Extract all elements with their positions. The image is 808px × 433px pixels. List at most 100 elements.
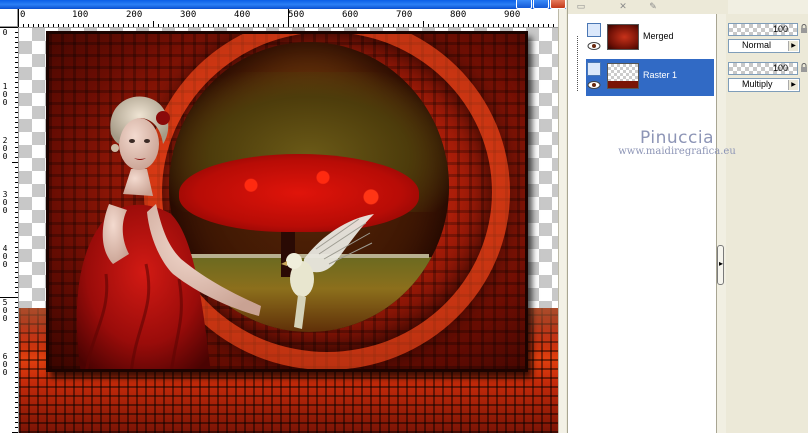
opacity-slider[interactable]: 100 — [728, 23, 798, 36]
ruler-tick — [273, 24, 274, 27]
ruler-tick — [23, 24, 24, 27]
ruler-label: 1 0 0 — [2, 82, 8, 107]
ruler-tick — [523, 24, 524, 27]
ruler-tick — [63, 24, 64, 27]
window-buttons — [516, 0, 566, 9]
vertical-ruler[interactable]: 0 1 0 0 2 0 0 3 0 0 4 0 0 5 0 0 6 0 0 — [0, 27, 19, 433]
close-button[interactable] — [550, 0, 566, 9]
watermark-name: Pinuccia — [640, 128, 714, 148]
lock-icon[interactable] — [800, 24, 808, 34]
ruler-tick — [118, 24, 119, 27]
ruler-tick — [15, 322, 18, 323]
ruler-tick — [478, 24, 479, 27]
ruler-tick — [15, 207, 18, 208]
ruler-tick — [93, 24, 94, 27]
ruler-tick — [253, 24, 254, 27]
ruler-tick — [15, 32, 18, 33]
ruler-tick — [338, 24, 339, 27]
ruler-tick — [418, 24, 419, 27]
ruler-tick — [15, 172, 18, 173]
blend-mode-select[interactable]: Normal ▶ — [728, 39, 800, 53]
ruler-tick — [528, 24, 529, 27]
minimize-button[interactable] — [516, 0, 532, 9]
ruler-tick — [498, 24, 499, 27]
edit-icon[interactable]: ✎ — [646, 1, 660, 12]
ruler-tick — [358, 24, 359, 27]
ruler-tick — [108, 24, 109, 27]
horizontal-ruler[interactable]: 0 100 200 300 400 500 600 700 800 900 — [18, 9, 558, 28]
opacity-value: 100 — [772, 63, 788, 73]
ruler-tick — [15, 277, 18, 278]
ruler-tick — [15, 287, 18, 288]
delete-layer-icon[interactable]: ✕ — [616, 1, 630, 12]
ruler-tick — [378, 24, 379, 27]
ruler-tick — [408, 24, 409, 27]
image-canvas[interactable] — [19, 28, 558, 433]
ruler-tick — [508, 24, 509, 27]
layer-row-merged[interactable]: Merged — [586, 20, 714, 57]
ruler-tick — [15, 357, 18, 358]
ruler-tick — [448, 24, 449, 27]
layer-name: Raster 1 — [643, 70, 678, 80]
layer-row-raster-1[interactable]: Raster 1 — [586, 59, 714, 96]
ruler-tick — [483, 24, 484, 27]
ruler-tick — [153, 21, 154, 27]
ruler-tick — [428, 24, 429, 27]
ruler-tick — [458, 24, 459, 27]
ruler-tick — [15, 347, 18, 348]
ruler-tick — [15, 267, 18, 268]
ruler-tick — [323, 24, 324, 27]
blend-mode-select[interactable]: Multiply ▶ — [728, 78, 800, 92]
new-layer-icon[interactable]: ▭ — [574, 1, 588, 12]
ruler-tick — [15, 102, 18, 103]
window-title-bar[interactable] — [0, 0, 566, 9]
ruler-tick — [15, 167, 18, 168]
ruler-tick — [248, 24, 249, 27]
eye-icon[interactable] — [587, 81, 601, 89]
lock-icon[interactable] — [800, 63, 808, 73]
ruler-tick — [98, 24, 99, 27]
ruler-tick — [208, 24, 209, 27]
ruler-tick — [218, 24, 219, 27]
ruler-corner — [0, 9, 18, 27]
ruler-tick — [15, 392, 18, 393]
ruler-tick — [15, 62, 18, 63]
ruler-label: 6 0 0 — [2, 352, 8, 377]
eye-icon[interactable] — [587, 42, 601, 50]
blend-mode-value: Normal — [742, 40, 772, 50]
ruler-label: 4 0 0 — [2, 244, 8, 269]
ruler-tick — [15, 152, 18, 153]
blend-mode-value: Multiply — [742, 79, 773, 89]
maximize-button[interactable] — [533, 0, 549, 9]
ruler-label: 5 0 0 — [2, 298, 8, 323]
ruler-tick — [283, 24, 284, 27]
ruler-tick — [243, 24, 244, 27]
ruler-tick — [518, 24, 519, 27]
ruler-tick — [228, 24, 229, 27]
ruler-tick — [15, 352, 18, 353]
ruler-tick — [173, 24, 174, 27]
ruler-tick — [15, 217, 18, 218]
opacity-value: 100 — [772, 24, 788, 34]
ruler-label: 2 0 0 — [2, 136, 8, 161]
ruler-tick — [163, 24, 164, 27]
ruler-tick — [513, 24, 514, 27]
ruler-tick — [123, 24, 124, 27]
palette-splitter[interactable]: ▸ — [717, 245, 724, 285]
dropdown-arrow-icon: ▶ — [788, 80, 798, 90]
ruler-tick — [128, 24, 129, 27]
ruler-tick — [15, 232, 18, 233]
ruler-tick — [15, 137, 18, 138]
ruler-tick — [15, 192, 18, 193]
raster-layer-icon — [587, 62, 601, 76]
vertical-scrollbar[interactable] — [558, 9, 566, 433]
opacity-slider[interactable]: 100 — [728, 62, 798, 75]
ruler-tick — [15, 292, 18, 293]
ruler-tick — [15, 222, 18, 223]
ruler-tick — [188, 24, 189, 27]
ruler-tick — [15, 82, 18, 83]
ruler-tick — [28, 24, 29, 27]
ruler-tick — [543, 24, 544, 27]
woman-figure — [76, 96, 261, 369]
ruler-tick — [15, 317, 18, 318]
